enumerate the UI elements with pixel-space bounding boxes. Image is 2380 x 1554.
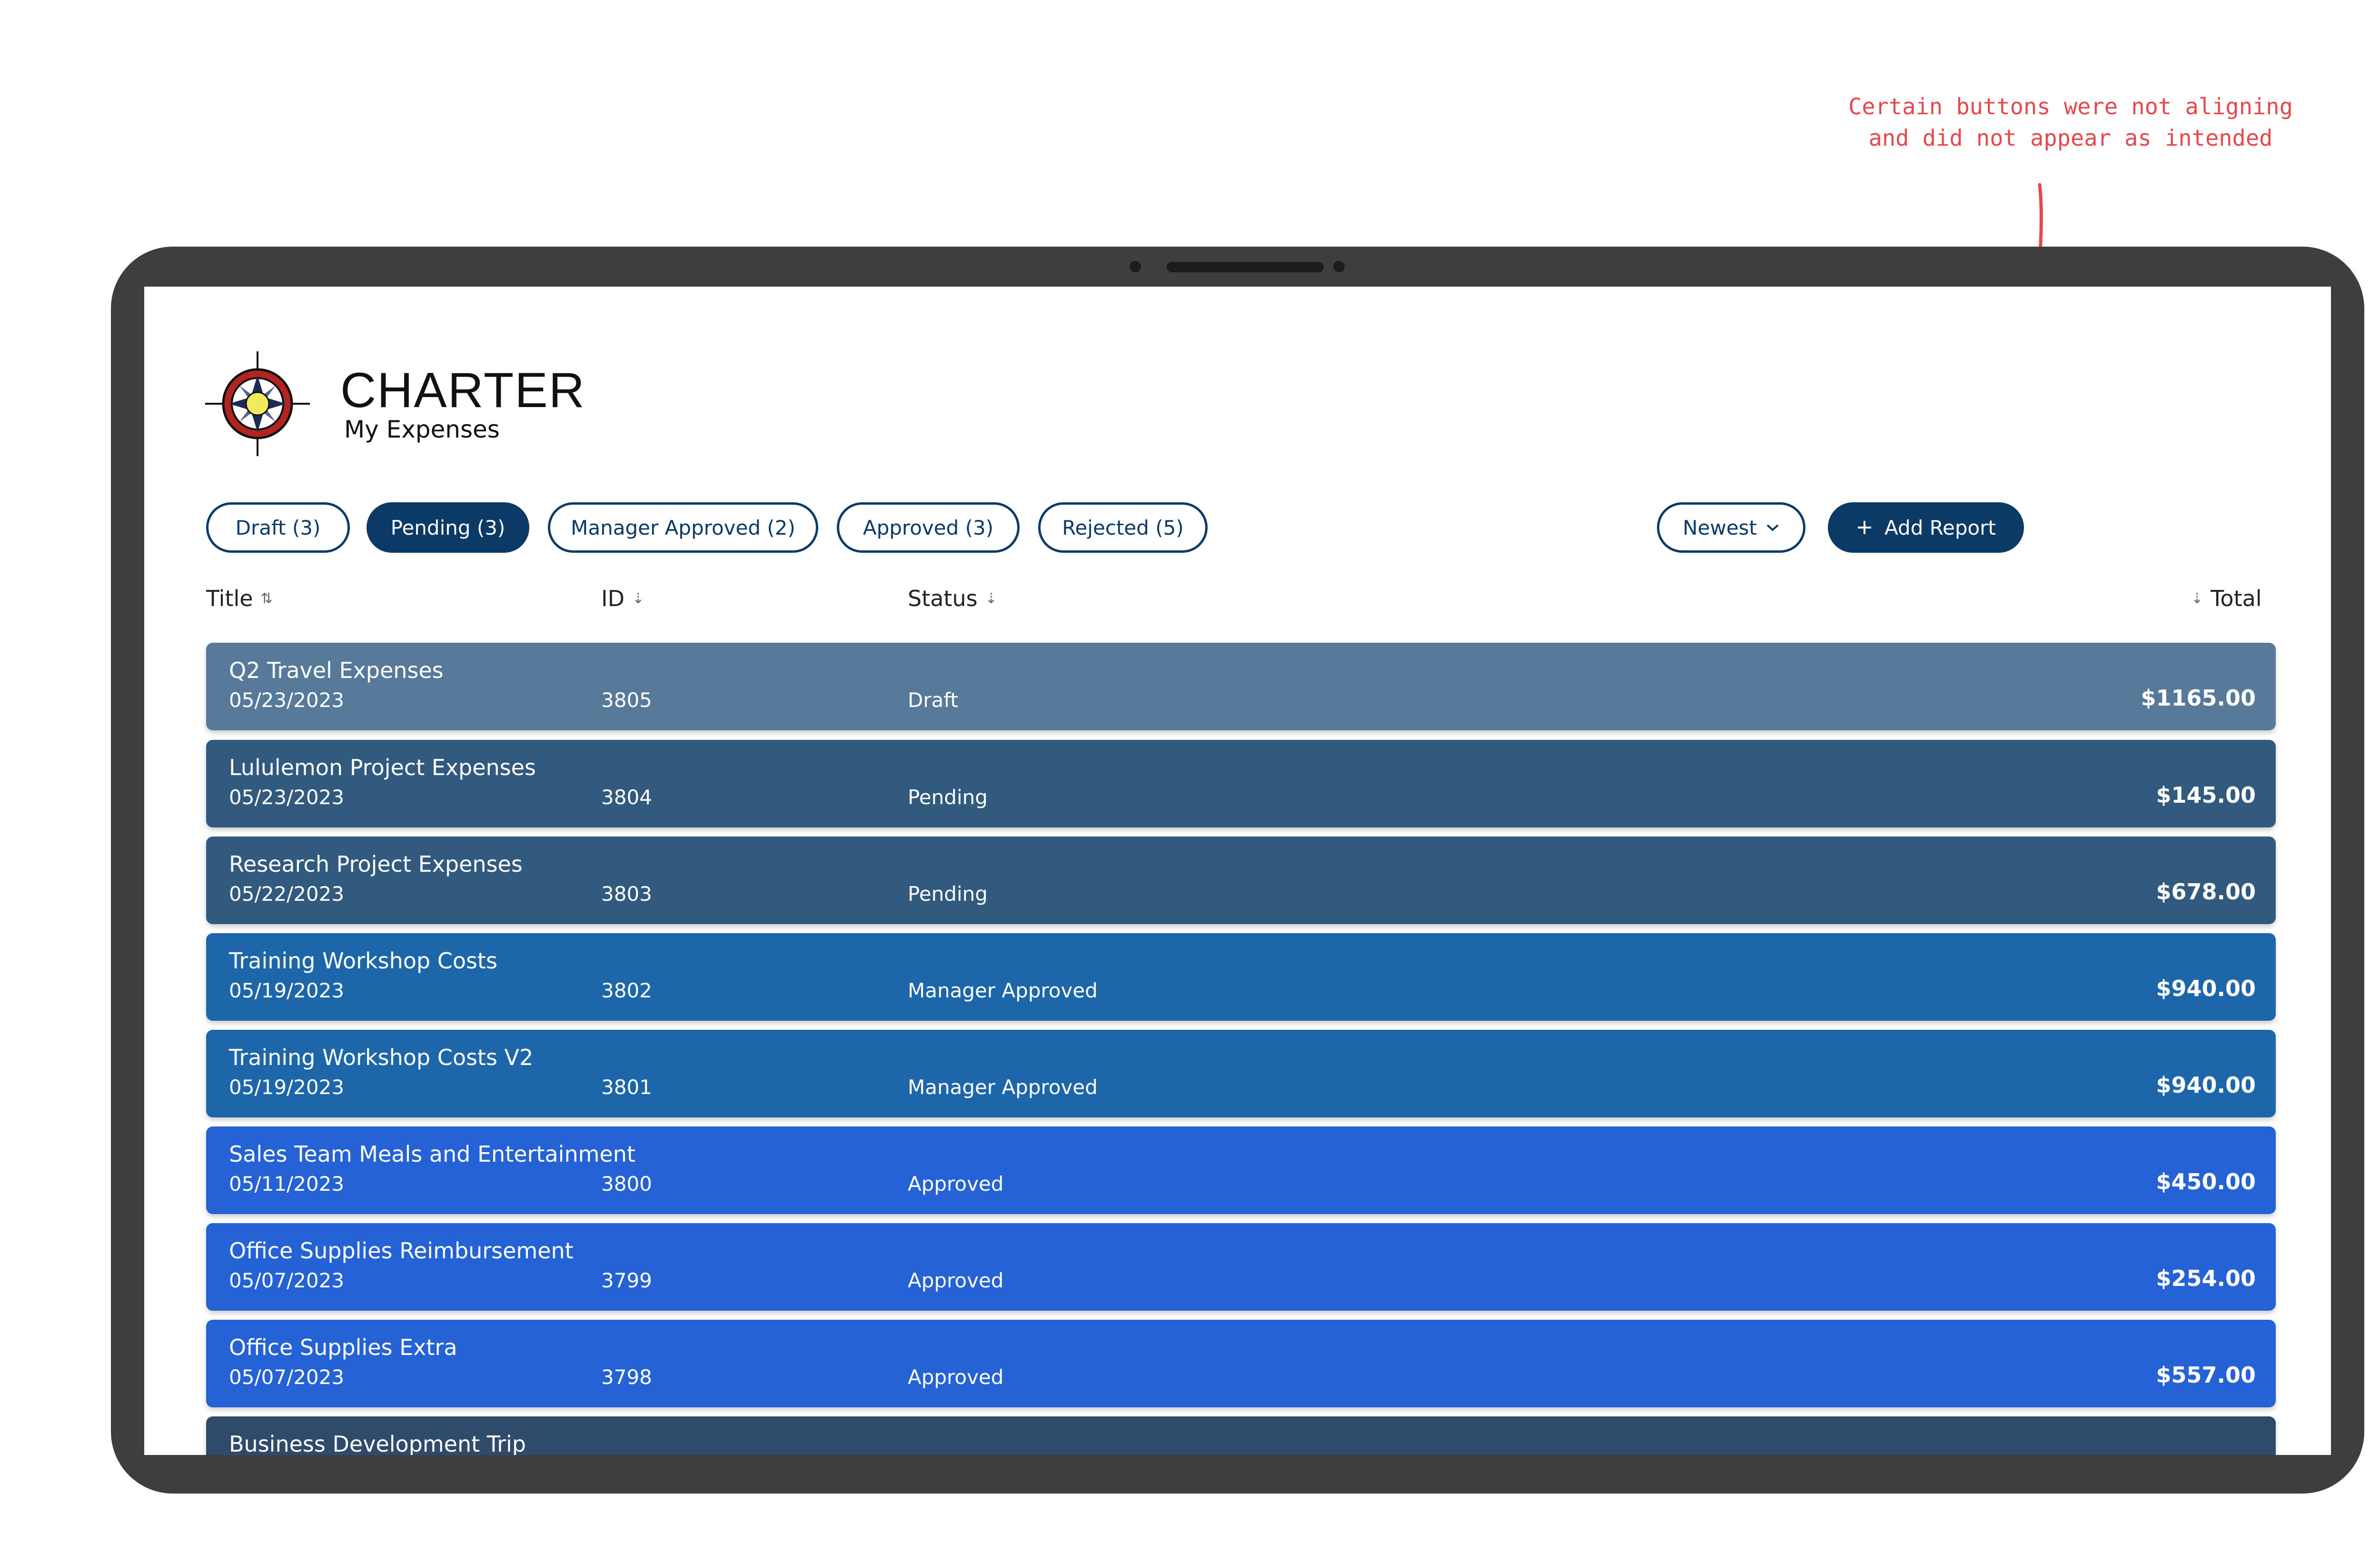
column-header-title[interactable]: Title ⇅: [206, 586, 273, 611]
row-title: Business Development Trip: [229, 1431, 526, 1455]
column-total-label: Total: [2211, 586, 2262, 611]
row-status: Pending: [908, 882, 988, 906]
table-row[interactable]: Office Supplies Extra 05/07/2023 3798 Ap…: [206, 1320, 2276, 1407]
row-total: $145.00: [2156, 782, 2256, 808]
row-title: Q2 Travel Expenses: [229, 657, 444, 683]
camera-dot-left: [1130, 261, 1141, 272]
table-row[interactable]: Office Supplies Reimbursement 05/07/2023…: [206, 1223, 2276, 1311]
row-title: Office Supplies Reimbursement: [229, 1238, 574, 1264]
row-id: 3804: [601, 786, 652, 809]
row-date: 05/11/2023: [229, 1172, 345, 1195]
row-date: 05/23/2023: [229, 688, 345, 712]
row-date: 05/19/2023: [229, 1076, 345, 1099]
sort-az-icon: ⇅: [260, 590, 273, 607]
row-title: Lululemon Project Expenses: [229, 755, 536, 780]
chevron-down-icon: [1766, 524, 1779, 531]
row-title: Office Supplies Extra: [229, 1335, 457, 1360]
row-id: 3805: [601, 688, 652, 712]
row-total: $1165.00: [2141, 685, 2256, 711]
compass-rose-icon: [205, 351, 310, 456]
sort-desc-icon: ⇣: [632, 590, 645, 607]
camera-dot-right: [1333, 261, 1345, 272]
row-date: 05/22/2023: [229, 882, 345, 906]
table-row[interactable]: Q2 Travel Expenses 05/23/2023 3805 Draft…: [206, 643, 2276, 730]
row-status: Draft: [908, 688, 958, 712]
sort-desc-icon: ⇣: [2191, 590, 2203, 607]
column-title-label: Title: [206, 586, 253, 611]
row-title: Research Project Expenses: [229, 851, 523, 877]
design-annotation-note: Certain buttons were not aligning and di…: [1848, 94, 2293, 151]
app-screen: CHARTER My Expenses Draft (3) Pending (3…: [144, 287, 2331, 1455]
row-total: $940.00: [2156, 1072, 2256, 1098]
row-status: Approved: [908, 1365, 1004, 1389]
column-header-id[interactable]: ID ⇣: [601, 586, 644, 611]
row-id: 3802: [601, 979, 652, 1002]
row-date: 05/07/2023: [229, 1365, 345, 1389]
row-id: 3803: [601, 882, 652, 906]
sort-dropdown-label: Newest: [1683, 516, 1757, 539]
row-total: $678.00: [2156, 879, 2256, 905]
table-row[interactable]: Training Workshop Costs V2 05/19/2023 38…: [206, 1030, 2276, 1117]
column-header-total[interactable]: ⇣ Total: [2191, 586, 2262, 611]
filter-draft-button[interactable]: Draft (3): [206, 502, 350, 553]
row-date: 05/07/2023: [229, 1269, 345, 1292]
sort-desc-icon: ⇣: [985, 590, 997, 607]
plus-icon: [1858, 521, 1872, 534]
app-brand-title: CHARTER: [340, 363, 585, 418]
speaker-bar: [1167, 262, 1324, 272]
row-title: Sales Team Meals and Entertainment: [229, 1141, 635, 1167]
table-row[interactable]: Business Development Trip: [206, 1416, 2276, 1455]
column-status-label: Status: [908, 586, 978, 611]
row-status: Approved: [908, 1172, 1004, 1195]
row-status: Pending: [908, 786, 988, 809]
add-report-label: Add Report: [1884, 516, 1996, 539]
filter-rejected-button[interactable]: Rejected (5): [1038, 502, 1208, 553]
row-date: 05/23/2023: [229, 786, 345, 809]
row-id: 3800: [601, 1172, 652, 1195]
row-title: Training Workshop Costs: [229, 948, 497, 974]
tablet-frame: CHARTER My Expenses Draft (3) Pending (3…: [111, 247, 2364, 1494]
table-row[interactable]: Research Project Expenses 05/22/2023 380…: [206, 837, 2276, 924]
page-title: My Expenses: [344, 416, 500, 443]
column-header-status[interactable]: Status ⇣: [908, 586, 997, 611]
table-row[interactable]: Sales Team Meals and Entertainment 05/11…: [206, 1126, 2276, 1214]
row-status: Manager Approved: [908, 1076, 1098, 1099]
row-id: 3798: [601, 1365, 652, 1389]
add-report-button[interactable]: Add Report: [1828, 502, 2024, 553]
filter-approved-button[interactable]: Approved (3): [837, 502, 1020, 553]
filter-manager-approved-button[interactable]: Manager Approved (2): [548, 502, 818, 553]
table-row[interactable]: Training Workshop Costs 05/19/2023 3802 …: [206, 933, 2276, 1021]
row-total: $450.00: [2156, 1169, 2256, 1195]
row-total: $557.00: [2156, 1362, 2256, 1388]
row-total: $254.00: [2156, 1265, 2256, 1291]
filter-pending-button[interactable]: Pending (3): [367, 502, 529, 553]
row-total: $940.00: [2156, 976, 2256, 1001]
row-title: Training Workshop Costs V2: [229, 1045, 534, 1070]
column-id-label: ID: [601, 586, 625, 611]
table-row[interactable]: Lululemon Project Expenses 05/23/2023 38…: [206, 740, 2276, 827]
row-id: 3801: [601, 1076, 652, 1099]
row-date: 05/19/2023: [229, 979, 345, 1002]
row-status: Approved: [908, 1269, 1004, 1292]
row-status: Manager Approved: [908, 979, 1098, 1002]
row-id: 3799: [601, 1269, 652, 1292]
sort-dropdown[interactable]: Newest: [1657, 502, 1805, 553]
